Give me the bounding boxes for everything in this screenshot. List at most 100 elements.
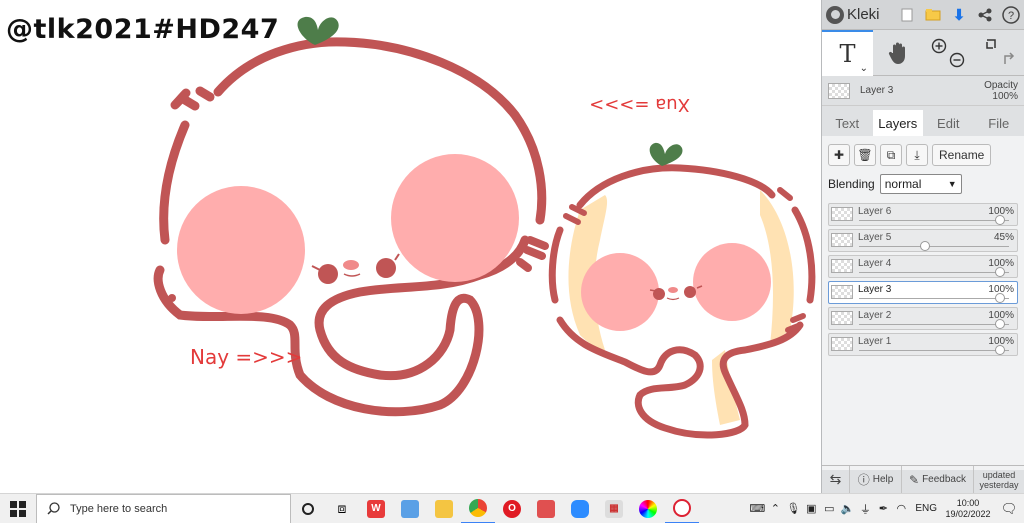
pen-icon[interactable]: ✒ xyxy=(874,502,892,515)
delete-layer-button[interactable]: 🗑 xyxy=(854,144,876,166)
layer-name: Layer 3 xyxy=(858,284,892,295)
current-layer-name: Layer 3 xyxy=(860,85,894,96)
layer-thumbnail xyxy=(831,285,853,299)
language-indicator[interactable]: ENG xyxy=(910,503,942,514)
app-chrome[interactable] xyxy=(461,494,495,523)
hand-tool[interactable] xyxy=(873,30,924,76)
zoom-in-icon[interactable] xyxy=(931,38,947,54)
help-icon[interactable]: ? xyxy=(998,0,1024,30)
help-label: Help xyxy=(872,474,894,485)
layer-name: Layer 1 xyxy=(858,336,892,347)
kleki-logo[interactable]: Kleki xyxy=(826,5,880,24)
layer-row[interactable]: Layer 4 100% xyxy=(828,255,1018,278)
opacity-slider-track[interactable] xyxy=(859,272,1009,273)
undo-icon[interactable] xyxy=(983,38,996,49)
rename-button[interactable]: Rename xyxy=(932,144,992,166)
layer-row[interactable]: Layer 3 100% xyxy=(828,281,1018,304)
app-zoom[interactable] xyxy=(563,494,597,523)
add-layer-button[interactable]: ✚ xyxy=(828,144,850,166)
wifi-icon[interactable]: ◠ xyxy=(892,502,910,515)
camera-icon[interactable]: ▣ xyxy=(802,502,820,515)
battery-icon[interactable]: ▭ xyxy=(820,502,838,515)
layer-row[interactable]: Layer 1 100% xyxy=(828,333,1018,356)
layer-row[interactable]: Layer 5 45% xyxy=(828,229,1018,252)
opacity-slider-knob[interactable] xyxy=(995,319,1005,329)
microphone-icon[interactable]: 🎙 xyxy=(784,502,802,515)
clock-time: 10:00 xyxy=(956,497,980,508)
layer-thumbnail xyxy=(831,311,853,325)
layer-name: Layer 2 xyxy=(858,310,892,321)
keyboard-icon[interactable]: ⌨ xyxy=(748,502,766,515)
opacity-slider-knob[interactable] xyxy=(995,345,1005,355)
app-kleki[interactable] xyxy=(665,494,699,523)
opacity-slider-knob[interactable] xyxy=(920,241,931,251)
duplicate-layer-button[interactable]: ⧉ xyxy=(880,144,902,166)
tab-text[interactable]: Text xyxy=(822,110,873,136)
app-red-tool[interactable] xyxy=(529,494,563,523)
network-icon[interactable]: ⏚ xyxy=(856,501,874,517)
chevron-up-icon[interactable]: ⌃ xyxy=(766,502,784,515)
hand-icon xyxy=(888,42,905,64)
opacity-slider-track[interactable] xyxy=(859,324,1009,325)
taskbar-search[interactable]: Type here to search xyxy=(36,493,291,523)
swap-arrows-icon: ⇆ xyxy=(829,471,842,487)
layer-name: Layer 6 xyxy=(858,206,892,217)
layer-opacity: 45% xyxy=(993,232,1014,243)
help-button[interactable]: ⓘ Help xyxy=(850,466,902,493)
wps-icon: W xyxy=(367,499,385,518)
layer-row[interactable]: Layer 2 100% xyxy=(828,307,1018,330)
app-store[interactable]: ▦ xyxy=(597,494,631,523)
tab-layers[interactable]: Layers xyxy=(872,110,923,136)
label-nay: Nay =>>> xyxy=(190,345,303,369)
open-folder-icon[interactable] xyxy=(920,0,946,30)
opacity-slider-knob[interactable] xyxy=(995,293,1005,303)
redo-icon[interactable] xyxy=(1004,52,1015,64)
opacity-slider-track[interactable] xyxy=(859,220,1009,221)
screen: @tlk2021#HD247 Nay =>>> Xua =>>> Kleki ⬇… xyxy=(0,0,1024,523)
opacity-slider-knob[interactable] xyxy=(995,267,1005,277)
label-xua: Xua =>>> xyxy=(589,94,690,115)
laptop-icon xyxy=(401,499,419,518)
opera-icon: O xyxy=(503,499,521,518)
clock[interactable]: 10:00 19/02/2022 xyxy=(942,498,994,520)
text-tool[interactable]: T ⌄ xyxy=(822,30,873,76)
share-icon[interactable] xyxy=(972,0,998,30)
zoom-app-icon xyxy=(571,499,589,518)
update-status[interactable]: updated yesterday xyxy=(974,470,1024,490)
app-wps[interactable]: W xyxy=(359,494,393,523)
system-tray: ⌨ ⌃ 🎙 ▣ ▭ 🔈 ⏚ ✒ ◠ ENG 10:00 19/02/2022 🗨 xyxy=(748,494,1024,523)
merge-layer-button[interactable]: ⤓ xyxy=(906,144,928,166)
app-color[interactable] xyxy=(631,494,665,523)
opacity-slider-knob[interactable] xyxy=(995,215,1005,225)
zoom-out-icon[interactable] xyxy=(949,52,965,68)
opacity-slider-track[interactable] xyxy=(859,350,1009,351)
download-icon[interactable]: ⬇ xyxy=(946,0,972,30)
opacity-slider-track[interactable] xyxy=(859,246,1009,247)
app-opera[interactable]: O xyxy=(495,494,529,523)
store-icon: ▦ xyxy=(605,499,623,518)
new-image-icon[interactable] xyxy=(894,0,920,30)
swap-side-button[interactable]: ⇆ xyxy=(822,466,850,493)
layer-list: Layer 6 100% Layer 5 45% Layer 4 100% Layer 31… xyxy=(828,203,1018,356)
tab-edit[interactable]: Edit xyxy=(923,110,974,136)
task-view-button[interactable]: ⧈ xyxy=(325,494,359,523)
layer-row[interactable]: Layer 6 100% xyxy=(828,203,1018,226)
layer-thumbnail xyxy=(831,233,853,247)
chevron-down-icon[interactable]: ⌄ xyxy=(860,63,868,74)
task-view-icon: ⧈ xyxy=(337,500,347,516)
tab-file[interactable]: File xyxy=(974,110,1024,136)
cortana-button[interactable] xyxy=(291,494,325,523)
search-placeholder: Type here to search xyxy=(70,502,168,515)
volume-icon[interactable]: 🔈 xyxy=(838,502,856,515)
notification-icon[interactable]: 🗨 xyxy=(994,501,1024,517)
opacity-slider-track[interactable] xyxy=(859,298,1009,299)
blending-select[interactable]: normal ▼ xyxy=(879,174,962,194)
app-laptop[interactable] xyxy=(393,494,427,523)
layer-thumbnail xyxy=(831,207,853,221)
app-file-explorer[interactable] xyxy=(427,494,461,523)
drawing-canvas[interactable]: @tlk2021#HD247 Nay =>>> Xua =>>> xyxy=(0,0,821,493)
feedback-button[interactable]: ✎ Feedback xyxy=(902,466,974,493)
current-layer-opacity: Opacity 100% xyxy=(984,80,1018,102)
start-button[interactable] xyxy=(0,494,36,523)
opacity-value: 100% xyxy=(992,90,1018,102)
